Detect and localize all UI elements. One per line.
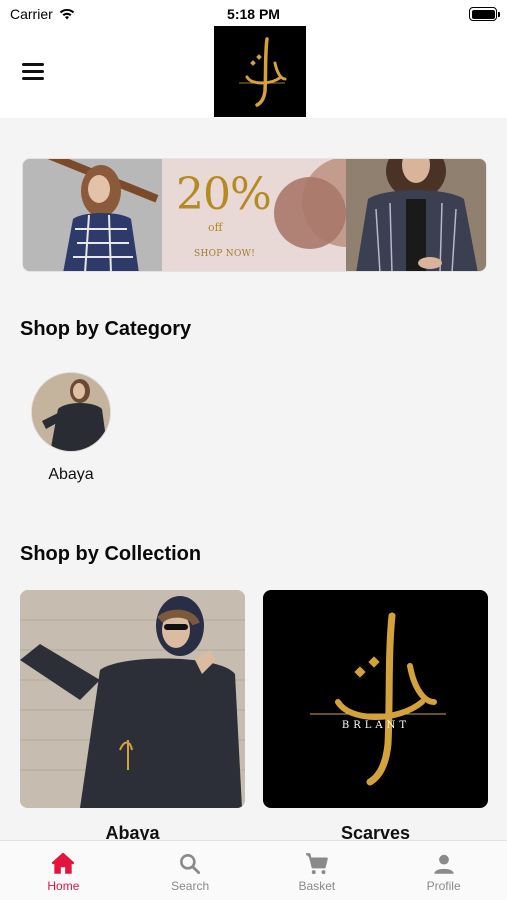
- collection-card-abaya[interactable]: Abaya: [20, 590, 245, 844]
- status-bar: Carrier 5:18 PM: [0, 0, 507, 28]
- brlant-logo-icon: [239, 36, 287, 107]
- nav-label-basket: Basket: [298, 879, 336, 893]
- nav-label-profile: Profile: [426, 879, 461, 893]
- nav-home[interactable]: Home: [0, 841, 127, 900]
- category-section-title: Shop by Category: [20, 318, 192, 340]
- category-item-abaya[interactable]: Abaya: [30, 372, 112, 484]
- cart-icon: [306, 853, 328, 875]
- collection-card-scarves[interactable]: BRLANT Scarves: [263, 590, 488, 844]
- home-screen: Carrier 5:18 PM 20% off SHOP NOW! Shop b…: [0, 0, 507, 900]
- banner-offer: 20% off SHOP NOW!: [162, 159, 346, 271]
- nav-label-search: Search: [171, 879, 210, 893]
- banner-photo-left: [23, 159, 162, 271]
- nav-profile[interactable]: Profile: [380, 841, 507, 900]
- brlant-logo-large-icon: BRLANT: [309, 612, 446, 786]
- collection-image-scarves: BRLANT: [263, 590, 488, 808]
- banner-off: off: [208, 221, 223, 234]
- banner-percent: 20%: [176, 169, 272, 220]
- banner-photo-right: [346, 159, 486, 271]
- search-icon: [180, 854, 201, 875]
- category-avatar: [31, 372, 111, 452]
- nav-basket[interactable]: Basket: [254, 841, 381, 900]
- app-header: [0, 26, 507, 118]
- promo-banner[interactable]: 20% off SHOP NOW!: [22, 158, 487, 272]
- bottom-nav: Home Search Basket Profile: [0, 840, 507, 900]
- menu-button[interactable]: [22, 58, 48, 84]
- nav-label-home: Home: [47, 879, 80, 893]
- status-time: 5:18 PM: [227, 6, 280, 22]
- hamburger-icon: [22, 62, 44, 66]
- battery-icon: [469, 7, 500, 21]
- brand-logo[interactable]: [214, 26, 306, 117]
- brlant-wordmark: BRLANT: [341, 720, 409, 731]
- collection-image-abaya: [20, 590, 245, 808]
- nav-search[interactable]: Search: [127, 841, 254, 900]
- banner-shop-now: SHOP NOW!: [194, 249, 256, 259]
- collection-section-title: Shop by Collection: [20, 543, 202, 565]
- person-icon: [433, 854, 454, 874]
- home-icon: [52, 852, 75, 874]
- category-label: Abaya: [48, 466, 94, 483]
